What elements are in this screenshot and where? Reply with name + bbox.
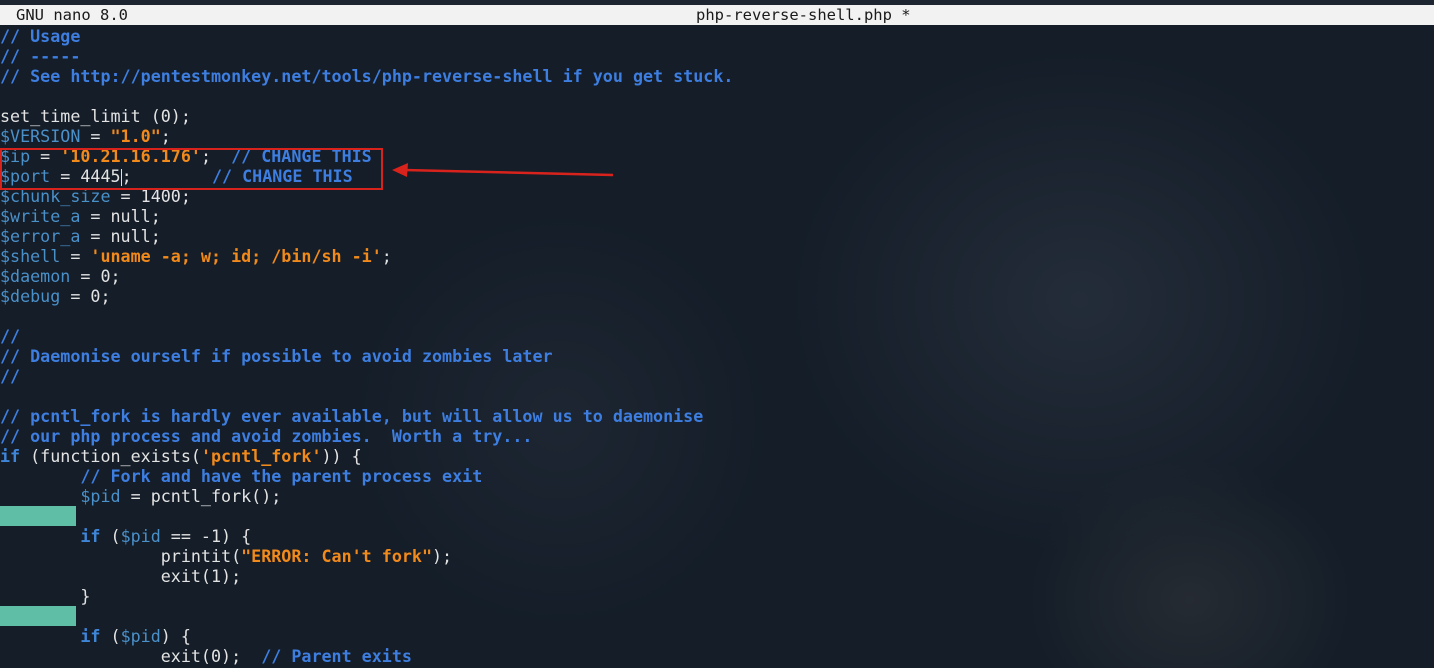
red-arrow-annotation <box>392 163 614 177</box>
